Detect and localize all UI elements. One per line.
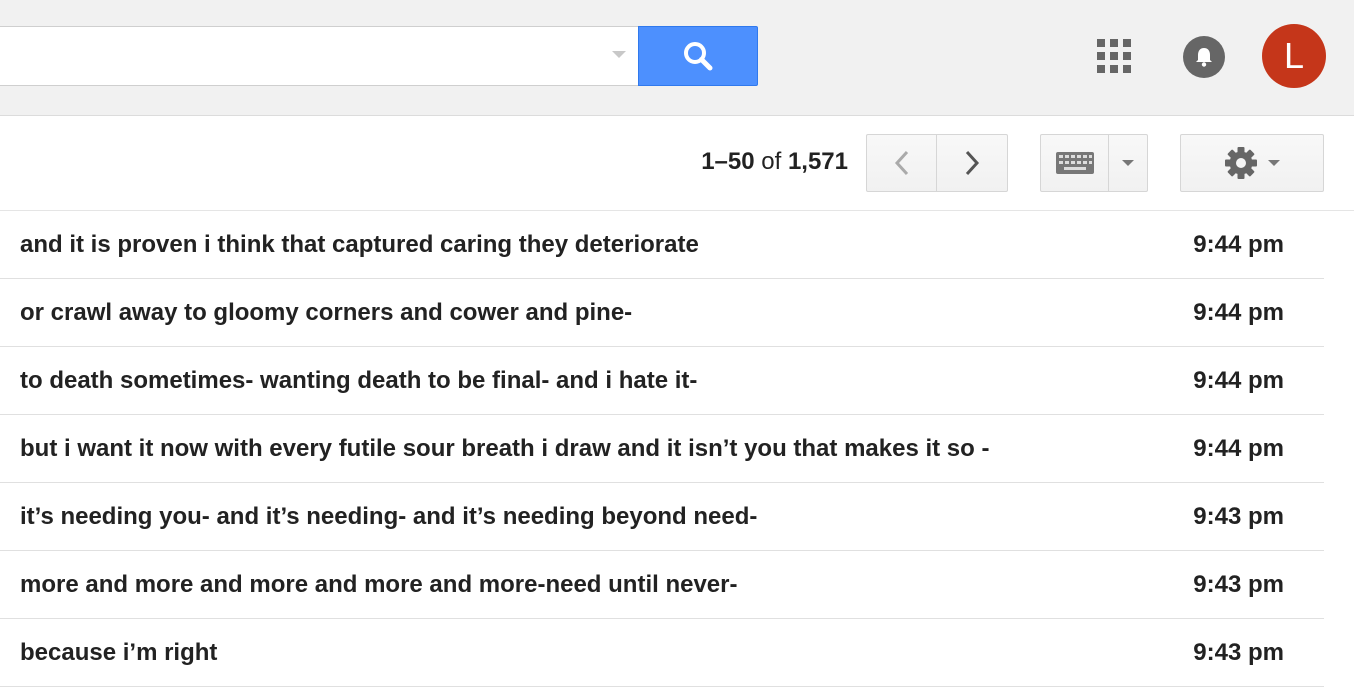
pagination-count: 1–50 of 1,571	[640, 147, 848, 177]
top-header: L	[0, 0, 1354, 116]
message-time: 9:44 pm	[1193, 367, 1284, 394]
input-tools-button[interactable]	[1040, 134, 1109, 192]
message-subject: to death sometimes- wanting death to be …	[20, 367, 698, 394]
message-row[interactable]: to death sometimes- wanting death to be …	[0, 347, 1324, 415]
caret-down-icon	[1122, 160, 1134, 166]
bell-icon	[1196, 48, 1212, 67]
message-list: and it is proven i think that captured c…	[0, 211, 1324, 687]
message-subject: it’s needing you- and it’s needing- and …	[20, 503, 758, 530]
message-subject: but i want it now with every futile sour…	[20, 435, 990, 462]
notifications-button[interactable]	[1183, 36, 1225, 78]
message-subject: because i’m right	[20, 639, 218, 666]
search-input[interactable]	[0, 26, 638, 86]
message-time: 9:44 pm	[1193, 435, 1284, 462]
message-time: 9:43 pm	[1193, 639, 1284, 666]
message-row[interactable]: it’s needing you- and it’s needing- and …	[0, 483, 1324, 551]
message-time: 9:44 pm	[1193, 231, 1284, 258]
message-subject: or crawl away to gloomy corners and cowe…	[20, 299, 633, 326]
pagination-total: 1,571	[787, 148, 848, 175]
account-avatar[interactable]: L	[1262, 24, 1326, 88]
pagination-range: 1–50	[701, 148, 755, 175]
chevron-left-icon	[894, 150, 908, 176]
message-subject: and it is proven i think that captured c…	[20, 231, 699, 258]
keyboard-icon	[1055, 152, 1094, 174]
message-row[interactable]: and it is proven i think that captured c…	[0, 211, 1324, 279]
avatar-letter: L	[1283, 35, 1305, 76]
chevron-right-icon	[965, 150, 980, 176]
message-subject: more and more and more and more and more…	[20, 571, 738, 598]
apps-grid-icon	[1097, 39, 1131, 73]
message-row[interactable]: more and more and more and more and more…	[0, 551, 1324, 619]
gear-icon	[1225, 147, 1257, 179]
message-row[interactable]: but i want it now with every futile sour…	[0, 415, 1324, 483]
search-icon	[684, 42, 713, 71]
mail-toolbar: 1–50 of 1,571	[0, 117, 1354, 211]
message-time: 9:43 pm	[1193, 571, 1284, 598]
caret-down-icon	[1268, 160, 1280, 166]
search-button[interactable]	[638, 26, 758, 86]
input-tools-dropdown-button[interactable]	[1108, 134, 1148, 192]
apps-button[interactable]	[1094, 36, 1134, 76]
pagination-of: of	[761, 148, 782, 175]
message-time: 9:43 pm	[1193, 503, 1284, 530]
message-row[interactable]: or crawl away to gloomy corners and cowe…	[0, 279, 1324, 347]
settings-button[interactable]	[1180, 134, 1324, 192]
message-row[interactable]: because i’m right 9:43 pm	[0, 619, 1324, 687]
newer-page-button[interactable]	[866, 134, 937, 192]
search-options-caret-icon[interactable]	[612, 51, 626, 58]
message-time: 9:44 pm	[1193, 299, 1284, 326]
older-page-button[interactable]	[936, 134, 1008, 192]
